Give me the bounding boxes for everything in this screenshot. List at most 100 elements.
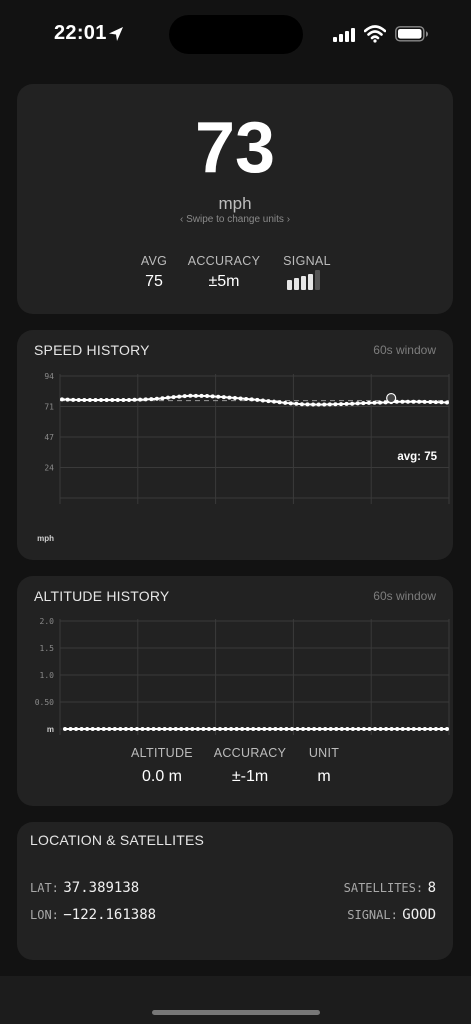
location-card: LOCATION & SATELLITES LAT: 37.389138 LON… bbox=[17, 822, 453, 960]
data-point bbox=[273, 727, 278, 731]
data-point bbox=[179, 727, 184, 731]
data-point bbox=[322, 402, 327, 407]
data-point bbox=[110, 398, 115, 403]
data-point bbox=[334, 727, 339, 731]
speed-card[interactable]: 73 mph ‹ Swipe to change units › AVG 75 … bbox=[17, 84, 453, 314]
data-point bbox=[138, 397, 143, 402]
data-point bbox=[251, 727, 256, 731]
data-point bbox=[101, 727, 106, 731]
signal-bar bbox=[308, 274, 313, 290]
data-point bbox=[389, 727, 394, 731]
data-point bbox=[317, 727, 322, 731]
unit-label: UNIT bbox=[308, 746, 340, 760]
avg-annotation: avg: 75 bbox=[397, 451, 437, 463]
longitude-label: LON: bbox=[30, 908, 59, 922]
data-point bbox=[206, 727, 211, 731]
data-point bbox=[255, 397, 260, 402]
y-tick-label: 0.50 bbox=[35, 698, 54, 707]
data-point bbox=[63, 727, 67, 731]
wifi-icon bbox=[364, 25, 386, 43]
y-unit-label: mph bbox=[37, 534, 54, 543]
data-point bbox=[439, 727, 444, 731]
data-point bbox=[395, 727, 400, 731]
data-point bbox=[338, 402, 343, 407]
data-point bbox=[288, 401, 293, 406]
data-point bbox=[132, 397, 137, 402]
data-point bbox=[361, 727, 366, 731]
data-point bbox=[234, 727, 239, 731]
data-point bbox=[311, 402, 316, 407]
y-tick-label: 94 bbox=[44, 372, 54, 381]
data-point bbox=[154, 396, 159, 401]
data-point bbox=[90, 727, 95, 731]
data-point bbox=[327, 402, 332, 407]
cellular-signal-icon bbox=[333, 28, 355, 42]
data-point bbox=[104, 398, 109, 403]
altitude-history-card: ALTITUDE HISTORY 60s window 2.0 1.5 1.0 0.5… bbox=[17, 576, 453, 806]
data-point bbox=[350, 727, 355, 731]
satellites-row: SATELLITES: 8 bbox=[344, 879, 436, 897]
latitude-label: LAT: bbox=[30, 881, 59, 895]
latitude-value: 37.389138 bbox=[63, 880, 140, 896]
data-point bbox=[417, 399, 422, 404]
data-point bbox=[406, 727, 411, 731]
data-point bbox=[82, 398, 87, 403]
data-point bbox=[400, 727, 405, 731]
data-point bbox=[171, 395, 176, 400]
data-point bbox=[278, 727, 283, 731]
data-point bbox=[146, 727, 151, 731]
data-point bbox=[76, 398, 81, 403]
y-tick-label: 2.0 bbox=[40, 617, 55, 626]
data-point bbox=[74, 727, 79, 731]
data-point bbox=[400, 399, 405, 404]
data-point bbox=[316, 402, 321, 407]
data-point bbox=[149, 397, 154, 402]
location-title: LOCATION & SATELLITES bbox=[30, 832, 205, 848]
gps-signal-row: SIGNAL: GOOD bbox=[347, 906, 436, 924]
altitude-value: 0.0 m bbox=[141, 768, 182, 785]
data-point bbox=[384, 727, 389, 731]
data-point bbox=[205, 394, 210, 399]
data-point bbox=[160, 396, 165, 401]
data-point bbox=[79, 727, 84, 731]
data-point bbox=[112, 727, 117, 731]
data-point bbox=[428, 399, 433, 404]
y-tick-label: 47 bbox=[44, 433, 54, 442]
location-arrow-icon bbox=[109, 27, 123, 41]
longitude-value: −122.161388 bbox=[63, 907, 157, 923]
battery-icon bbox=[395, 26, 428, 42]
data-point bbox=[306, 727, 311, 731]
data-point bbox=[107, 727, 112, 731]
data-point bbox=[99, 398, 104, 403]
data-point bbox=[118, 727, 123, 731]
data-point bbox=[177, 394, 182, 399]
status-time: 22:01 bbox=[54, 22, 107, 44]
signal-label: SIGNAL bbox=[283, 254, 331, 268]
avg-value: 75 bbox=[145, 273, 163, 290]
signal-bar bbox=[315, 270, 320, 290]
data-point bbox=[195, 727, 200, 731]
data-point bbox=[193, 393, 198, 398]
home-indicator[interactable] bbox=[152, 1010, 320, 1015]
data-point bbox=[249, 397, 254, 402]
data-point bbox=[367, 727, 372, 731]
data-point bbox=[115, 398, 120, 403]
signal-strength-icon bbox=[287, 270, 320, 290]
signal-bar bbox=[301, 276, 306, 290]
y-unit-label: m bbox=[47, 725, 54, 734]
latitude-row: LAT: 37.389138 bbox=[30, 879, 139, 897]
speed-history-window: 60s window bbox=[373, 343, 436, 357]
data-point bbox=[157, 727, 162, 731]
data-point bbox=[190, 727, 195, 731]
data-point bbox=[301, 727, 306, 731]
data-point bbox=[260, 398, 265, 403]
data-point bbox=[344, 401, 349, 406]
bottom-band bbox=[0, 976, 471, 1024]
data-point bbox=[350, 401, 355, 406]
data-point bbox=[312, 727, 317, 731]
data-point bbox=[295, 727, 300, 731]
data-point bbox=[256, 727, 261, 731]
data-point bbox=[201, 727, 206, 731]
status-bar: 22:01 bbox=[0, 0, 471, 70]
altitude-history-title: ALTITUDE HISTORY bbox=[34, 588, 170, 604]
